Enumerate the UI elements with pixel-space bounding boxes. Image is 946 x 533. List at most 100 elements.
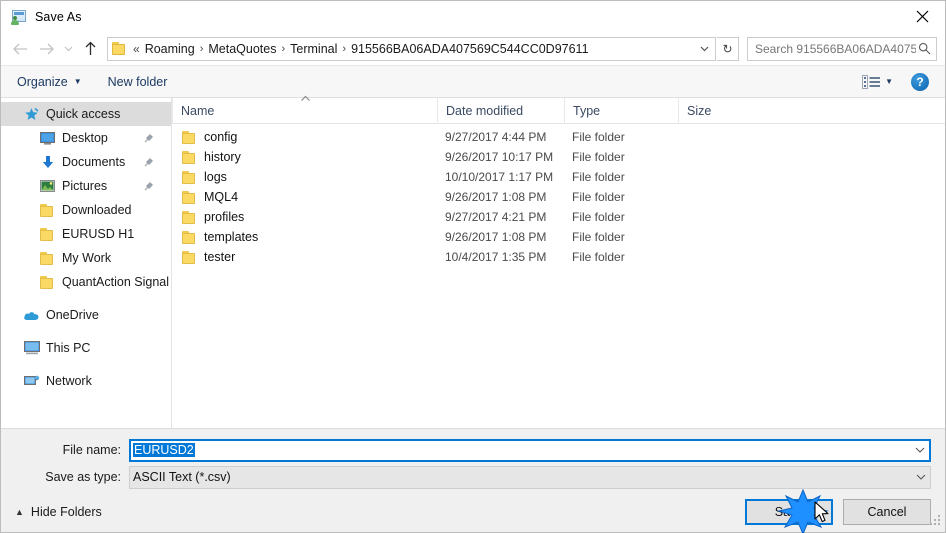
cancel-button[interactable]: Cancel xyxy=(843,499,931,525)
forward-button[interactable] xyxy=(33,36,59,62)
back-button[interactable] xyxy=(7,36,33,62)
file-date: 9/26/2017 1:08 PM xyxy=(445,230,547,244)
breadcrumb[interactable]: « Roaming › MetaQuotes › Terminal › 9155… xyxy=(107,36,716,61)
file-type: File folder xyxy=(572,190,625,204)
breadcrumb-item-roaming[interactable]: Roaming xyxy=(145,42,195,56)
breadcrumb-separator[interactable]: › xyxy=(342,43,346,55)
file-name-cell: logs xyxy=(172,170,437,184)
folder-icon xyxy=(112,41,128,56)
folder-icon xyxy=(182,210,197,224)
sidebar-item-quick-access[interactable]: Quick access xyxy=(1,102,171,126)
sidebar-item-documents[interactable]: Documents xyxy=(1,150,171,174)
sidebar-item-desktop[interactable]: Desktop xyxy=(1,126,171,150)
window-title: Save As xyxy=(35,9,82,24)
save-form: File name: EURUSD2 Save as type: ASCII T… xyxy=(1,428,945,492)
file-name-input[interactable]: EURUSD2 xyxy=(129,438,931,462)
chevron-down-icon xyxy=(916,474,926,480)
file-name: profiles xyxy=(204,210,245,224)
column-header-date-modified[interactable]: Date modified xyxy=(437,97,564,124)
table-row[interactable]: MQL4 9/26/2017 1:08 PM File folder xyxy=(172,187,945,207)
network-icon xyxy=(23,374,40,388)
title-bar: Save As xyxy=(1,1,945,32)
table-row[interactable]: history 9/26/2017 10:17 PM File folder xyxy=(172,147,945,167)
new-folder-label: New folder xyxy=(107,74,168,89)
help-button[interactable]: ? xyxy=(911,72,929,91)
refresh-button[interactable]: ↻ xyxy=(717,36,739,61)
view-dropdown-button[interactable]: ▼ xyxy=(885,77,893,86)
sidebar-item-label: Network xyxy=(46,374,92,388)
save-as-type-row: Save as type: ASCII Text (*.csv) xyxy=(1,465,931,489)
sidebar-item-network[interactable]: Network xyxy=(1,369,171,393)
save-button[interactable]: Save xyxy=(745,499,833,525)
table-row[interactable]: profiles 9/27/2017 4:21 PM File folder xyxy=(172,207,945,227)
file-name-cell: config xyxy=(172,130,437,144)
close-button[interactable] xyxy=(899,1,945,31)
column-header-type[interactable]: Type xyxy=(564,97,678,124)
folder-icon xyxy=(182,230,197,244)
pin-icon xyxy=(144,132,155,146)
file-type: File folder xyxy=(572,250,625,264)
sidebar-item-label: Pictures xyxy=(62,179,108,193)
recent-locations-button[interactable] xyxy=(59,36,77,62)
command-toolbar: Organize ▼ New folder ▼ ? xyxy=(1,66,945,98)
refresh-icon: ↻ xyxy=(722,41,733,56)
file-date: 9/27/2017 4:44 PM xyxy=(445,130,547,144)
dialog-button-bar: ▲ Hide Folders Save Cancel xyxy=(1,492,945,532)
desktop-icon xyxy=(39,131,56,145)
save-as-type-select[interactable]: ASCII Text (*.csv) xyxy=(129,465,931,489)
file-name: MQL4 xyxy=(204,190,239,204)
folder-icon xyxy=(182,150,197,164)
breadcrumb-item-terminal-id[interactable]: 915566BA06ADA407569C544CC0D97611 xyxy=(351,42,588,56)
new-folder-button[interactable]: New folder xyxy=(108,75,168,89)
cancel-button-label: Cancel xyxy=(867,505,907,519)
table-row[interactable]: tester 10/4/2017 1:35 PM File folder xyxy=(172,247,945,267)
table-row[interactable]: logs 10/10/2017 1:17 PM File folder xyxy=(172,167,945,187)
file-name-value[interactable]: EURUSD2 xyxy=(133,443,195,457)
breadcrumb-item-metaquotes[interactable]: MetaQuotes xyxy=(208,42,276,56)
breadcrumb-dropdown-button[interactable] xyxy=(695,38,713,60)
file-name-dropdown-button[interactable] xyxy=(911,447,929,453)
arrow-right-icon xyxy=(39,43,54,54)
pin-icon xyxy=(144,156,155,170)
up-one-level-button[interactable] xyxy=(77,36,103,62)
file-name-cell: tester xyxy=(172,250,437,264)
pictures-icon xyxy=(39,180,56,192)
breadcrumb-separator[interactable]: › xyxy=(200,43,204,55)
resize-grip-icon[interactable] xyxy=(930,515,942,530)
file-type: File folder xyxy=(572,230,625,244)
save-button-label: Save xyxy=(774,505,804,519)
folder-icon xyxy=(182,250,197,264)
sidebar-item-this-pc[interactable]: This PC xyxy=(1,336,171,360)
search-input[interactable]: Search 915566BA06ADA40756... xyxy=(755,42,916,56)
sidebar-item-onedrive[interactable]: OneDrive xyxy=(1,303,171,327)
file-type: File folder xyxy=(572,210,625,224)
save-as-type-value: ASCII Text (*.csv) xyxy=(133,470,231,484)
file-list: config 9/27/2017 4:44 PM File folder his… xyxy=(172,124,945,428)
table-row[interactable]: config 9/27/2017 4:44 PM File folder xyxy=(172,127,945,147)
file-name: history xyxy=(204,150,241,164)
sidebar-item-eurusd-h1[interactable]: EURUSD H1 xyxy=(1,222,171,246)
file-list-pane: Name Date modified Type Size config 9/27… xyxy=(172,95,945,428)
change-view-button[interactable] xyxy=(862,74,881,89)
sidebar-item-label: Documents xyxy=(62,155,126,169)
table-row[interactable]: templates 9/26/2017 1:08 PM File folder xyxy=(172,227,945,247)
sidebar-item-pictures[interactable]: Pictures xyxy=(1,174,171,198)
breadcrumb-item-terminal[interactable]: Terminal xyxy=(290,42,337,56)
column-header-size[interactable]: Size xyxy=(678,97,758,124)
folder-icon xyxy=(182,190,197,204)
chevron-down-icon xyxy=(915,447,925,453)
breadcrumb-overflow[interactable]: « xyxy=(133,42,140,56)
arrow-up-icon xyxy=(85,41,95,55)
sidebar-item-label: QuantAction Signal xyxy=(62,275,170,289)
sidebar-item-quantaction-signal[interactable]: QuantAction Signal xyxy=(1,270,171,294)
save-as-type-dropdown-button[interactable] xyxy=(912,474,930,480)
breadcrumb-separator[interactable]: › xyxy=(281,43,285,55)
organize-button[interactable]: Organize ▼ xyxy=(17,75,82,89)
sidebar-item-downloaded[interactable]: Downloaded xyxy=(1,198,171,222)
sidebar-item-label: OneDrive xyxy=(46,308,99,322)
search-box[interactable]: Search 915566BA06ADA40756... xyxy=(747,36,937,61)
sidebar-item-my-work[interactable]: My Work xyxy=(1,246,171,270)
folder-icon xyxy=(182,170,197,184)
hide-folders-label: Hide Folders xyxy=(30,505,102,519)
hide-folders-button[interactable]: ▲ Hide Folders xyxy=(15,505,102,519)
